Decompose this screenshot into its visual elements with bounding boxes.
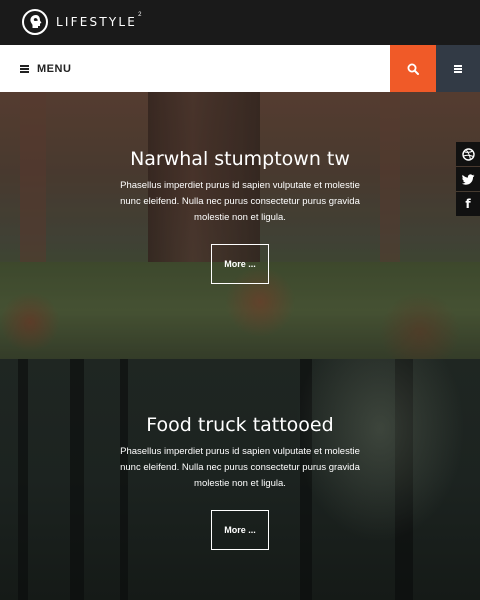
facebook-icon: f: [465, 197, 471, 211]
brand-superscript: 2: [138, 12, 142, 18]
search-button[interactable]: [390, 45, 436, 92]
sidebar-toggle-button[interactable]: [436, 45, 480, 92]
post-title[interactable]: Food truck tattooed: [0, 414, 480, 436]
menu-button[interactable]: MENU: [20, 45, 71, 92]
post-content: Food truck tattooed Phasellus imperdiet …: [0, 414, 480, 550]
post-excerpt: Phasellus imperdiet purus id sapien vulp…: [120, 446, 360, 489]
more-button[interactable]: More ...: [211, 244, 269, 284]
dribbble-icon: [461, 147, 475, 161]
post-title[interactable]: Narwhal stumptown tw: [0, 148, 480, 170]
social-links: f: [456, 142, 480, 217]
post-excerpt: Phasellus imperdiet purus id sapien vulp…: [120, 180, 360, 223]
dribbble-button[interactable]: [456, 142, 480, 166]
post-hero-2: Food truck tattooed Phasellus imperdiet …: [0, 359, 480, 600]
search-icon: [407, 63, 419, 75]
menu-label: MENU: [37, 62, 72, 75]
twitter-icon: [461, 173, 474, 185]
head-profile-icon: [22, 9, 48, 35]
post-hero-1: Narwhal stumptown tw Phasellus imperdiet…: [0, 92, 480, 359]
more-button[interactable]: More ...: [211, 510, 269, 550]
twitter-button[interactable]: [456, 167, 480, 191]
logo[interactable]: LIFESTYLE 2: [22, 8, 141, 36]
facebook-button[interactable]: f: [456, 192, 480, 216]
hamburger-icon: [20, 64, 29, 73]
menu-bar: MENU: [0, 45, 480, 92]
post-content: Narwhal stumptown tw Phasellus imperdiet…: [0, 148, 480, 284]
brand-name: LIFESTYLE: [56, 15, 138, 29]
top-bar: LIFESTYLE 2: [0, 0, 480, 45]
hamburger-icon: [454, 64, 462, 73]
